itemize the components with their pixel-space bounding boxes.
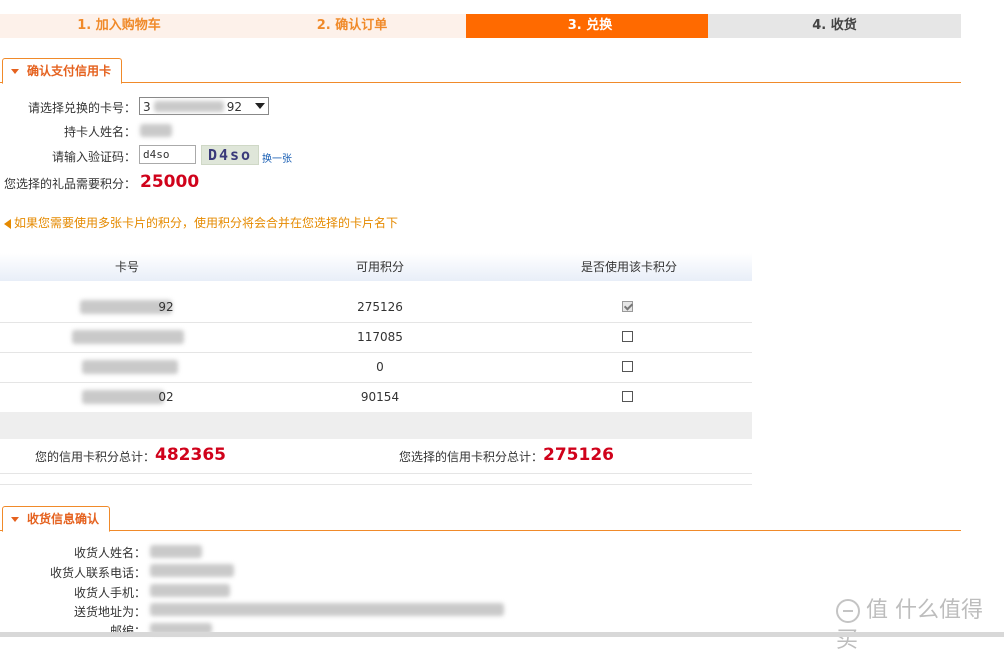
redacted-card-number (72, 330, 184, 344)
multi-card-notice: 如果您需要使用多张卡片的积分，使用积分将会合并在您选择的卡片名下 (4, 214, 398, 231)
table-row: 0 (0, 353, 752, 383)
selected-points-value: 275126 (543, 445, 614, 465)
col-available-points: 可用积分 (355, 260, 404, 274)
captcha-label: 请输入验证码： (51, 150, 136, 164)
receiver-phone-label: 收货人联系电话： (49, 566, 146, 580)
use-card-checkbox[interactable] (622, 361, 633, 372)
use-card-checkbox[interactable] (622, 331, 633, 342)
table-row: 117085 (0, 323, 752, 353)
step-confirm-order: 2. 确认订单 (232, 14, 472, 38)
shipping-address-label: 送货地址为： (73, 605, 146, 619)
notice-text: 如果您需要使用多张卡片的积分，使用积分将会合并在您选择的卡片名下 (14, 216, 399, 230)
watermark: 值 什么值得买 (836, 596, 1004, 653)
selected-points-label: 您选择的信用卡积分总计： (399, 450, 544, 464)
use-card-checkbox[interactable] (622, 391, 633, 402)
card-suffix: 92 (158, 300, 174, 314)
refresh-captcha-link[interactable]: 换一张 (262, 150, 292, 165)
points-table-header: 卡号 可用积分 是否使用该卡积分 (0, 253, 752, 281)
step-redeem: 3. 兑换 (466, 14, 714, 38)
table-row: 92 275126 (0, 293, 752, 323)
card-number-select[interactable]: 3 92 (139, 97, 269, 115)
points-value: 117085 (357, 330, 403, 344)
redacted-shipping-address (150, 603, 504, 616)
required-points-value: 25000 (140, 172, 200, 192)
redacted-receiver-name (150, 545, 202, 558)
col-card-number: 卡号 (114, 260, 139, 274)
card-section-tab[interactable]: 确认支付信用卡 (2, 58, 123, 84)
speaker-icon (4, 218, 11, 229)
card-section-title: 确认支付信用卡 (27, 64, 112, 78)
table-row: 02 90154 (0, 383, 752, 413)
select-card-label: 请选择兑换的卡号： (27, 101, 136, 115)
points-value: 275126 (357, 300, 403, 314)
redacted-cardholder-name (140, 124, 172, 137)
redacted-card-number (82, 390, 164, 404)
redacted-receiver-phone (150, 564, 234, 577)
chevron-down-icon (11, 68, 19, 74)
cardholder-label: 持卡人姓名： (63, 125, 136, 139)
card-number-suffix: 92 (226, 100, 242, 114)
chevron-down-icon (11, 516, 19, 522)
total-points-value: 482365 (155, 445, 226, 465)
redacted-receiver-mobile (150, 584, 230, 597)
shipping-section-title: 收货信息确认 (27, 512, 100, 526)
points-value: 0 (376, 360, 384, 374)
section-divider (0, 530, 961, 531)
card-number-prefix: 3 (143, 100, 151, 114)
chevron-down-icon (255, 103, 265, 109)
receiver-name-label: 收货人姓名： (73, 546, 146, 560)
divider (0, 484, 752, 485)
step-add-to-cart: 1. 加入购物车 (0, 14, 238, 38)
redacted-card-number (154, 101, 224, 112)
receiver-mobile-label: 收货人手机： (73, 586, 146, 600)
divider (0, 473, 752, 474)
checkout-steps: 1. 加入购物车 2. 确认订单 3. 兑换 4. 收货 (0, 14, 961, 38)
captcha-input[interactable]: d4so (139, 145, 196, 164)
section-divider (0, 82, 961, 83)
table-footer (0, 412, 752, 439)
redacted-card-number (82, 360, 178, 374)
step-receive: 4. 收货 (708, 14, 961, 38)
col-use-card: 是否使用该卡积分 (580, 260, 677, 274)
card-suffix: 02 (158, 390, 174, 404)
use-card-checkbox[interactable] (622, 301, 633, 312)
shipping-section-tab[interactable]: 收货信息确认 (2, 506, 111, 532)
points-value: 90154 (360, 390, 400, 404)
required-points-label: 您选择的礼品需要积分： (4, 177, 137, 191)
horizontal-scrollbar[interactable] (0, 632, 1004, 637)
captcha-image: D4so (201, 145, 259, 165)
total-points-label: 您的信用卡积分总计： (35, 450, 156, 464)
smzdm-logo-icon (836, 599, 860, 623)
